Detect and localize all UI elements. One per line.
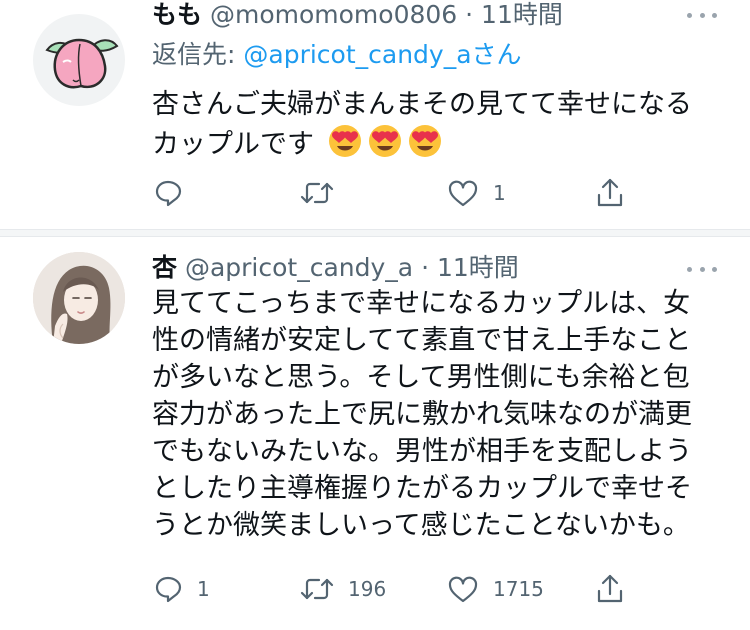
tweet-text: 見ててこっちまで幸せになるカップルは、女 性の情緒が安定してて素直で甘え上手なこ… <box>152 285 692 544</box>
tweet-line: カップルです <box>152 123 692 160</box>
tweet-line: 性の情緒が安定してて素直で甘え上手なこと <box>152 325 692 356</box>
user-handle[interactable]: @apricot_candy_a <box>185 253 413 282</box>
share-icon <box>597 178 623 207</box>
tweet-line: 杏さんご夫婦がまんまその見てて幸せになる <box>152 89 692 120</box>
avatar[interactable] <box>33 252 125 344</box>
tweet-text: 杏さんご夫婦がまんまその見てて幸せになる カップルです <box>152 86 692 160</box>
retweet-count: 196 <box>348 577 387 601</box>
reply-to-handle[interactable]: @apricot_candy_a <box>243 40 471 69</box>
tweet-2[interactable]: 杏 @apricot_candy_a · 11時間 見ててこっちまで幸せになるカ… <box>0 237 750 630</box>
tweet-actions: 1 <box>0 173 750 213</box>
illustrated-woman-avatar <box>33 252 125 344</box>
time-separator: · <box>465 0 474 29</box>
reply-suffix[interactable]: さん <box>472 40 522 69</box>
retweet-icon <box>300 578 334 600</box>
share-button[interactable] <box>595 173 625 213</box>
tweet-header: もも @momomomo0806 · 11時間 <box>152 0 563 30</box>
tweet-actions: 1 196 1715 <box>0 569 750 609</box>
tweet-line: が多いなと思う。そして男性側にも余裕と包 <box>152 362 690 393</box>
reply-prefix: 返信先: <box>152 40 244 69</box>
reply-button[interactable] <box>153 173 197 213</box>
avatar[interactable] <box>33 14 125 106</box>
more-options-button[interactable] <box>687 10 717 20</box>
heart-eyes-emoji-icon <box>407 123 443 169</box>
tweet-1[interactable]: もも @momomomo0806 · 11時間 返信先: @apricot_ca… <box>0 0 750 230</box>
display-name[interactable]: 杏 <box>152 253 177 282</box>
more-options-button[interactable] <box>687 264 717 274</box>
tweet-line: としたり主導権握りたがるカップルで幸せそ <box>152 473 692 504</box>
heart-eyes-emoji-icon <box>327 123 363 169</box>
retweet-icon <box>300 182 334 204</box>
heart-icon <box>448 180 478 207</box>
tweet-line: うとか微笑ましいって感じたことないかも。 <box>152 510 690 541</box>
dot-icon <box>699 12 705 18</box>
reply-count: 1 <box>197 577 210 601</box>
display-name[interactable]: もも <box>152 0 202 29</box>
like-count: 1 <box>493 181 506 205</box>
retweet-button[interactable]: 196 <box>300 569 386 609</box>
reply-button[interactable]: 1 <box>153 569 210 609</box>
reply-to-line: 返信先: @apricot_candy_aさん <box>152 40 522 70</box>
dot-icon <box>699 266 705 272</box>
dot-icon <box>712 266 717 272</box>
timestamp[interactable]: 11時間 <box>481 0 563 29</box>
heart-icon <box>448 576 478 603</box>
heart-eyes-emoji-icon <box>367 123 403 169</box>
dot-icon <box>712 12 717 18</box>
like-button[interactable]: 1715 <box>447 569 544 609</box>
timestamp[interactable]: 11時間 <box>437 253 519 282</box>
dot-icon <box>687 12 692 18</box>
tweet-line: 容力があった上で尻に敷かれ気味なのが満更 <box>152 399 692 430</box>
like-button[interactable]: 1 <box>447 173 506 213</box>
reply-icon <box>155 180 182 207</box>
reply-icon <box>155 576 182 603</box>
retweet-button[interactable] <box>300 173 348 213</box>
time-separator: · <box>421 253 430 282</box>
tweet-line: 見ててこっちまで幸せになるカップルは、女 <box>152 288 691 319</box>
tweet-header: 杏 @apricot_candy_a · 11時間 <box>152 253 519 283</box>
user-handle[interactable]: @momomomo0806 <box>210 0 457 29</box>
tweet-line: でもないみたいな。男性が相手を支配しよう <box>152 436 692 467</box>
like-count: 1715 <box>493 577 544 601</box>
peach-icon <box>45 38 119 89</box>
share-icon <box>597 574 623 603</box>
share-button[interactable] <box>595 569 625 609</box>
dot-icon <box>687 266 692 272</box>
